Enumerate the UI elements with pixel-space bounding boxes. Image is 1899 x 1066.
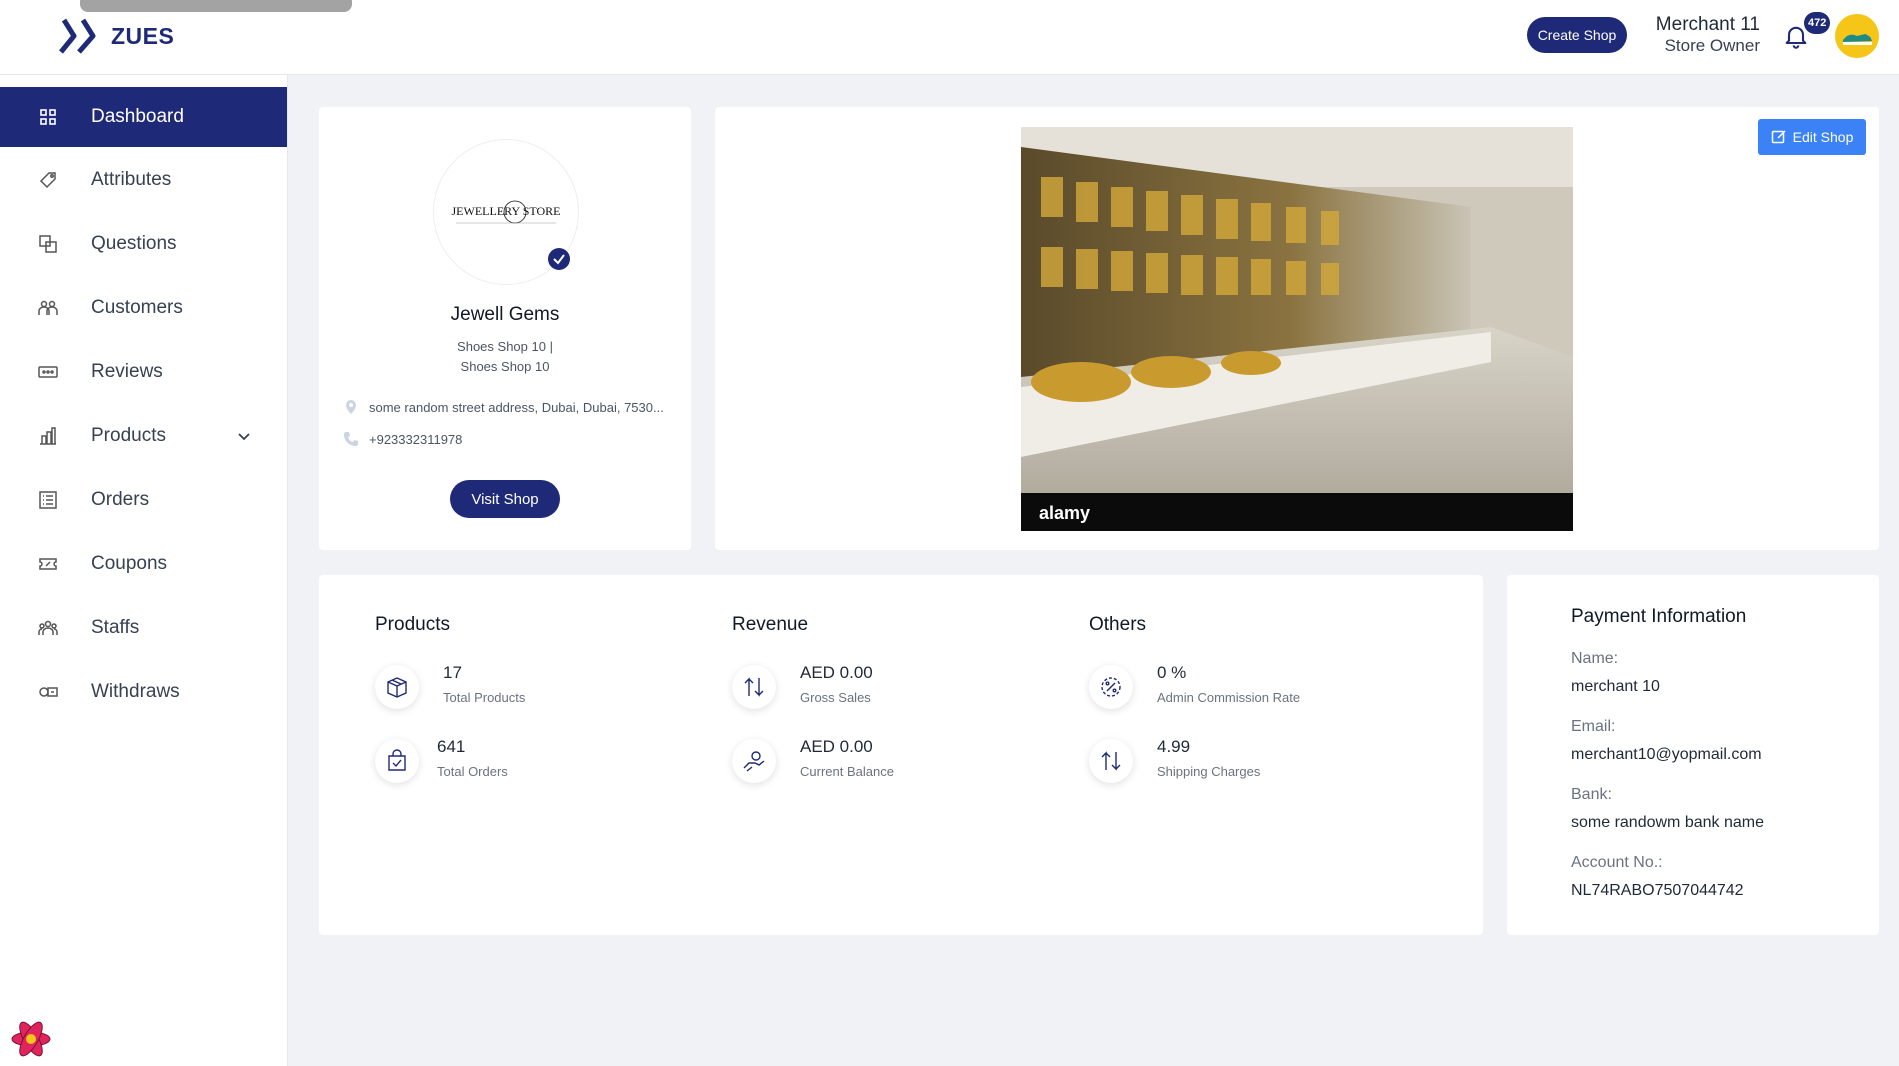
sidebar-item-label: Attributes xyxy=(91,169,172,190)
avatar[interactable] xyxy=(1835,14,1879,58)
total-products-label: Total Products xyxy=(443,690,526,705)
shop-stats-card: Products Revenue Others 17 Total Product… xyxy=(319,575,1483,935)
orders-icon xyxy=(39,491,57,509)
shop-name: Jewell Gems xyxy=(450,304,560,325)
withdraws-icon xyxy=(39,687,58,697)
total-products-value: 17 xyxy=(443,663,462,682)
reviews-icon xyxy=(38,366,58,378)
gross-sales-value: AED 0.00 xyxy=(800,663,873,682)
sidebar: Dashboard Attributes Questions Customers… xyxy=(0,75,288,1066)
staffs-icon xyxy=(38,620,58,635)
shopping-bag-icon xyxy=(375,739,419,783)
user-name: Merchant 11 xyxy=(1655,14,1760,35)
transfer-arrows-icon xyxy=(732,665,776,709)
questions-icon xyxy=(39,235,57,253)
transfer-arrows-icon xyxy=(1089,739,1133,783)
chevron-down-icon[interactable] xyxy=(236,428,252,444)
top-bar: ZUES Create Shop Merchant 11 Store Owner… xyxy=(0,0,1899,75)
payment-account-label: Account No.: xyxy=(1571,854,1663,871)
money-hand-icon xyxy=(732,739,776,783)
payment-title: Payment Information xyxy=(1571,606,1747,627)
current-balance-label: Current Balance xyxy=(800,764,894,779)
edit-shop-label: Edit Shop xyxy=(1792,129,1854,145)
percent-badge-icon xyxy=(1089,665,1133,709)
sidebar-item-withdraws[interactable]: Withdraws xyxy=(0,662,287,722)
sidebar-item-label: Staffs xyxy=(91,617,140,638)
check-icon xyxy=(553,254,565,265)
zues-logo-icon xyxy=(59,18,96,54)
payment-name-value: merchant 10 xyxy=(1571,678,1660,695)
visit-shop-button[interactable]: Visit Shop xyxy=(450,480,560,518)
edit-shop-button[interactable]: Edit Shop xyxy=(1758,119,1866,155)
logo[interactable]: ZUES xyxy=(57,16,174,56)
payment-email-label: Email: xyxy=(1571,718,1616,735)
tag-icon xyxy=(39,172,56,189)
payment-bank-value: some randowm bank name xyxy=(1571,814,1764,831)
sidebar-item-staffs[interactable]: Staffs xyxy=(0,598,287,658)
sidebar-item-questions[interactable]: Questions xyxy=(0,214,287,274)
react-devtools-icon[interactable] xyxy=(10,1020,52,1058)
jewellery-store-photo: alamy xyxy=(1021,127,1573,531)
sidebar-item-label: Products xyxy=(91,425,166,446)
tooltip-tab xyxy=(80,0,352,12)
sidebar-item-reviews[interactable]: Reviews xyxy=(0,342,287,402)
sidebar-item-attributes[interactable]: Attributes xyxy=(0,150,287,210)
total-orders-label: Total Orders xyxy=(437,764,508,779)
create-shop-button[interactable]: Create Shop xyxy=(1527,17,1627,53)
payment-information-card: Payment Information Name: merchant 10 Em… xyxy=(1507,575,1879,935)
user-info[interactable]: Merchant 11 Store Owner xyxy=(1650,14,1760,56)
notification-badge: 472 xyxy=(1804,12,1831,34)
sidebar-item-coupons[interactable]: Coupons xyxy=(0,534,287,594)
customers-icon xyxy=(38,300,58,315)
commission-label: Admin Commission Rate xyxy=(1157,690,1301,705)
shipping-value: 4.99 xyxy=(1157,737,1191,756)
sidebar-item-label: Dashboard xyxy=(91,106,184,127)
brand-name: ZUES xyxy=(111,22,175,49)
revenue-stats-title: Revenue xyxy=(732,614,809,635)
image-watermark: alamy xyxy=(1039,503,1090,523)
payment-name-label: Name: xyxy=(1571,650,1619,667)
sidebar-item-label: Withdraws xyxy=(91,681,180,702)
grid-icon xyxy=(40,109,56,125)
products-stats-title: Products xyxy=(375,614,450,635)
others-stats-title: Others xyxy=(1089,614,1147,635)
shop-banner-image: alamy xyxy=(1021,127,1573,531)
box-icon xyxy=(375,665,419,709)
sidebar-item-label: Reviews xyxy=(91,361,163,382)
sidebar-item-dashboard[interactable]: Dashboard xyxy=(0,87,287,147)
sidebar-item-products[interactable]: Products xyxy=(0,406,287,466)
jewellery-store-logo-icon: JEWELLERY STORE xyxy=(452,200,561,224)
sidebar-item-label: Customers xyxy=(91,297,183,318)
shop-category-line1: Shoes Shop 10 | xyxy=(457,339,553,354)
commission-value: 0 % xyxy=(1157,663,1187,682)
coupons-icon xyxy=(39,558,57,570)
sidebar-item-orders[interactable]: Orders xyxy=(0,470,287,530)
sidebar-item-label: Coupons xyxy=(91,553,168,574)
total-orders-value: 641 xyxy=(437,737,466,756)
shop-phone-text: +923332311978 xyxy=(369,431,463,447)
user-role: Store Owner xyxy=(1664,36,1760,55)
sidebar-item-customers[interactable]: Customers xyxy=(0,278,287,338)
gross-sales-label: Gross Sales xyxy=(800,690,871,705)
phone-icon xyxy=(344,432,358,446)
shop-address-text: some random street address, Dubai, Dubai… xyxy=(369,399,664,415)
shoe-icon xyxy=(1843,34,1872,45)
payment-account-value: NL74RABO7507044742 xyxy=(1571,882,1744,899)
sidebar-item-label: Orders xyxy=(91,489,150,510)
shop-profile-card: JEWELLERY STORE Jewell Gems Shoes Shop 1… xyxy=(319,107,691,550)
current-balance-value: AED 0.00 xyxy=(800,737,873,756)
location-pin-icon xyxy=(346,400,356,414)
sidebar-item-label: Questions xyxy=(91,233,177,254)
payment-bank-label: Bank: xyxy=(1571,786,1612,803)
shop-address: some random street address, Dubai, Dubai… xyxy=(343,399,664,415)
shop-category-line2: Shoes Shop 10 xyxy=(460,359,550,374)
shop-banner-card: alamy Edit Shop xyxy=(715,107,1879,550)
products-icon xyxy=(40,427,56,445)
verified-badge xyxy=(548,248,570,270)
shop-phone: +923332311978 xyxy=(343,431,462,447)
shipping-label: Shipping Charges xyxy=(1157,764,1261,779)
edit-icon xyxy=(1771,130,1786,144)
payment-email-value: merchant10@yopmail.com xyxy=(1571,746,1762,763)
